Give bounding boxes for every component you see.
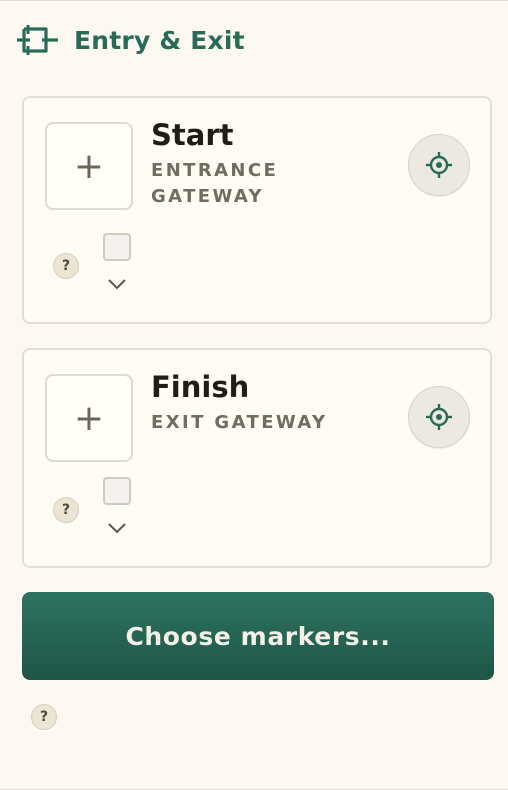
start-card: + Start ENTRANCE GATEWAY ? <box>22 96 492 324</box>
choose-markers-button[interactable]: Choose markers... <box>22 592 494 680</box>
finish-locate-button[interactable] <box>408 386 470 448</box>
finish-add-button[interactable]: + <box>45 374 133 462</box>
finish-title: Finish <box>151 370 250 404</box>
finish-help-button[interactable]: ? <box>53 497 79 523</box>
start-title: Start <box>151 118 234 152</box>
start-subtitle: ENTRANCE GATEWAY <box>151 160 279 207</box>
footer-help-button[interactable]: ? <box>31 704 57 730</box>
start-locate-button[interactable] <box>408 134 470 196</box>
finish-checkbox[interactable] <box>103 477 131 505</box>
section-title: Entry & Exit <box>74 25 245 55</box>
finish-subtitle: EXIT GATEWAY <box>151 412 328 433</box>
entry-exit-icon <box>16 20 60 60</box>
crosshair-icon <box>426 404 452 430</box>
crosshair-icon <box>426 152 452 178</box>
start-checkbox[interactable] <box>103 233 131 261</box>
top-divider <box>0 0 508 4</box>
section-header: Entry & Exit <box>16 20 245 60</box>
finish-card: + Finish EXIT GATEWAY ? <box>22 348 492 568</box>
start-help-button[interactable]: ? <box>53 253 79 279</box>
finish-chevron-down-icon[interactable] <box>107 522 127 534</box>
start-add-button[interactable]: + <box>45 122 133 210</box>
start-chevron-down-icon[interactable] <box>107 278 127 290</box>
